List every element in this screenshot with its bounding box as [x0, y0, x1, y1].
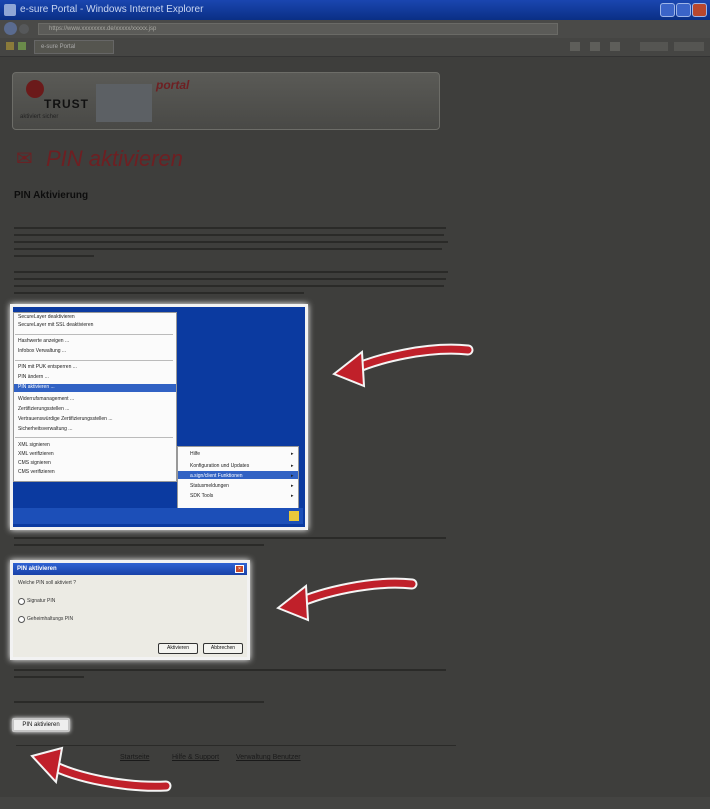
menu-paragraph — [14, 536, 450, 554]
maximize-button[interactable] — [676, 3, 691, 17]
footer-link-start[interactable]: Startseite — [120, 754, 150, 761]
minimize-button[interactable] — [660, 3, 675, 17]
dialog-question: Welche PIN soll aktiviert ? — [18, 580, 76, 586]
portal-label: portal — [156, 78, 190, 92]
dialog-close-icon: × — [235, 565, 244, 573]
browser-tab[interactable]: e-sure Portal — [34, 40, 114, 54]
context-menu-item[interactable]: XML signieren — [18, 442, 50, 448]
pin-card-icon: ✉ — [16, 148, 33, 170]
menu-separator — [15, 360, 173, 361]
print-icon[interactable] — [610, 42, 620, 51]
footer-link-users[interactable]: Verwaltung Benutzer — [236, 754, 301, 761]
sub-menu-item[interactable]: Konfiguration und Updates — [190, 463, 249, 469]
status-bar — [0, 797, 710, 809]
context-menu-item[interactable]: Widerrufsmanagement ... — [18, 396, 74, 402]
submenu-arrow-icon: ▸ — [291, 493, 294, 499]
section-heading: PIN Aktivierung — [14, 190, 89, 201]
dialog-paragraph — [14, 668, 450, 686]
add-favorites-icon[interactable] — [18, 42, 26, 50]
logo-text: TRUST — [44, 97, 89, 111]
radio-signatur — [18, 598, 25, 605]
context-menu-item[interactable]: PIN aktivieren ... — [18, 384, 55, 390]
context-menu-item[interactable]: CMS signieren — [18, 460, 51, 466]
arrow-to-menu — [332, 343, 474, 388]
instruction-paragraph — [14, 270, 450, 300]
context-menu-item[interactable]: Infobox Verwaltung ... — [18, 348, 66, 354]
context-menu-item[interactable]: Vertrauenswürdige Zertifizierungsstellen… — [18, 416, 113, 422]
menu-separator — [15, 437, 173, 438]
tray-icon — [289, 511, 299, 521]
context-menu-item[interactable]: PIN ändern ... — [18, 374, 49, 380]
logo-subtitle: aktiviert sicher — [20, 114, 59, 120]
submenu-arrow-icon: ▸ — [291, 473, 294, 479]
dialog-ok-button: Aktivieren — [158, 643, 198, 654]
sub-menu-item[interactable]: Statusmeldungen — [190, 483, 229, 489]
sub-menu-item[interactable]: Hilfe — [190, 451, 200, 457]
intro-paragraph — [14, 226, 450, 262]
radio-geheimhaltung — [18, 616, 25, 623]
favorites-star-icon[interactable] — [6, 42, 14, 50]
ie-icon — [4, 4, 16, 16]
context-menu-item[interactable]: SecureLayer mit SSL deaktivieren — [18, 322, 93, 328]
context-menu-item[interactable]: Sicherheitsverwaltung ... — [18, 426, 72, 432]
button-hint-paragraph — [14, 700, 450, 710]
sub-menu-item[interactable]: a.sign/client Funktionen — [190, 473, 243, 479]
arrow-to-button — [30, 746, 172, 792]
pin-activate-button[interactable]: PIN aktivieren — [12, 718, 70, 732]
address-bar[interactable]: https://www.xxxxxxxx.de/xxxxx/xxxxx.jsp — [38, 23, 558, 35]
close-button[interactable] — [692, 3, 707, 17]
taskbar — [13, 508, 303, 524]
back-icon[interactable] — [4, 22, 17, 35]
context-menu-item[interactable]: XML verifizieren — [18, 451, 54, 457]
tools-menu[interactable] — [674, 42, 704, 51]
page-menu[interactable] — [640, 42, 668, 51]
submenu-arrow-icon: ▸ — [291, 463, 294, 469]
context-menu-item[interactable]: Hashwerte anzeigen ... — [18, 338, 69, 344]
feeds-icon[interactable] — [590, 42, 600, 51]
context-menu-item[interactable]: SecureLayer deaktivieren — [18, 314, 75, 320]
context-menu-item[interactable]: CMS verifizieren — [18, 469, 55, 475]
forward-icon[interactable] — [19, 24, 29, 34]
sub-menu-item[interactable]: SDK Tools — [190, 493, 213, 499]
arrow-to-dialog — [276, 577, 418, 622]
home-icon[interactable] — [570, 42, 580, 51]
dialog-cancel-button: Abbrechen — [203, 643, 243, 654]
option-geheimhaltungs-pin: Geheimhaltungs PIN — [27, 616, 74, 622]
context-menu-item[interactable]: Zertifizierungsstellen ... — [18, 406, 69, 412]
header-image — [96, 84, 152, 122]
context-menu-item[interactable]: PIN mit PUK entsperren ... — [18, 364, 77, 370]
window-title-bar: e-sure Portal - Windows Internet Explore… — [0, 0, 710, 20]
page-title: PIN aktivieren — [46, 146, 183, 171]
dialog-title: PIN aktivieren — [13, 563, 247, 575]
footer-link-help[interactable]: Hilfe & Support — [172, 754, 219, 761]
submenu-arrow-icon: ▸ — [291, 451, 294, 457]
trust-logo-icon — [26, 80, 44, 98]
menu-separator — [15, 334, 173, 335]
option-signatur-pin: Signatur PIN — [27, 598, 56, 604]
window-title: e-sure Portal - Windows Internet Explore… — [20, 4, 204, 15]
footer-divider — [16, 745, 456, 746]
submenu-arrow-icon: ▸ — [291, 483, 294, 489]
